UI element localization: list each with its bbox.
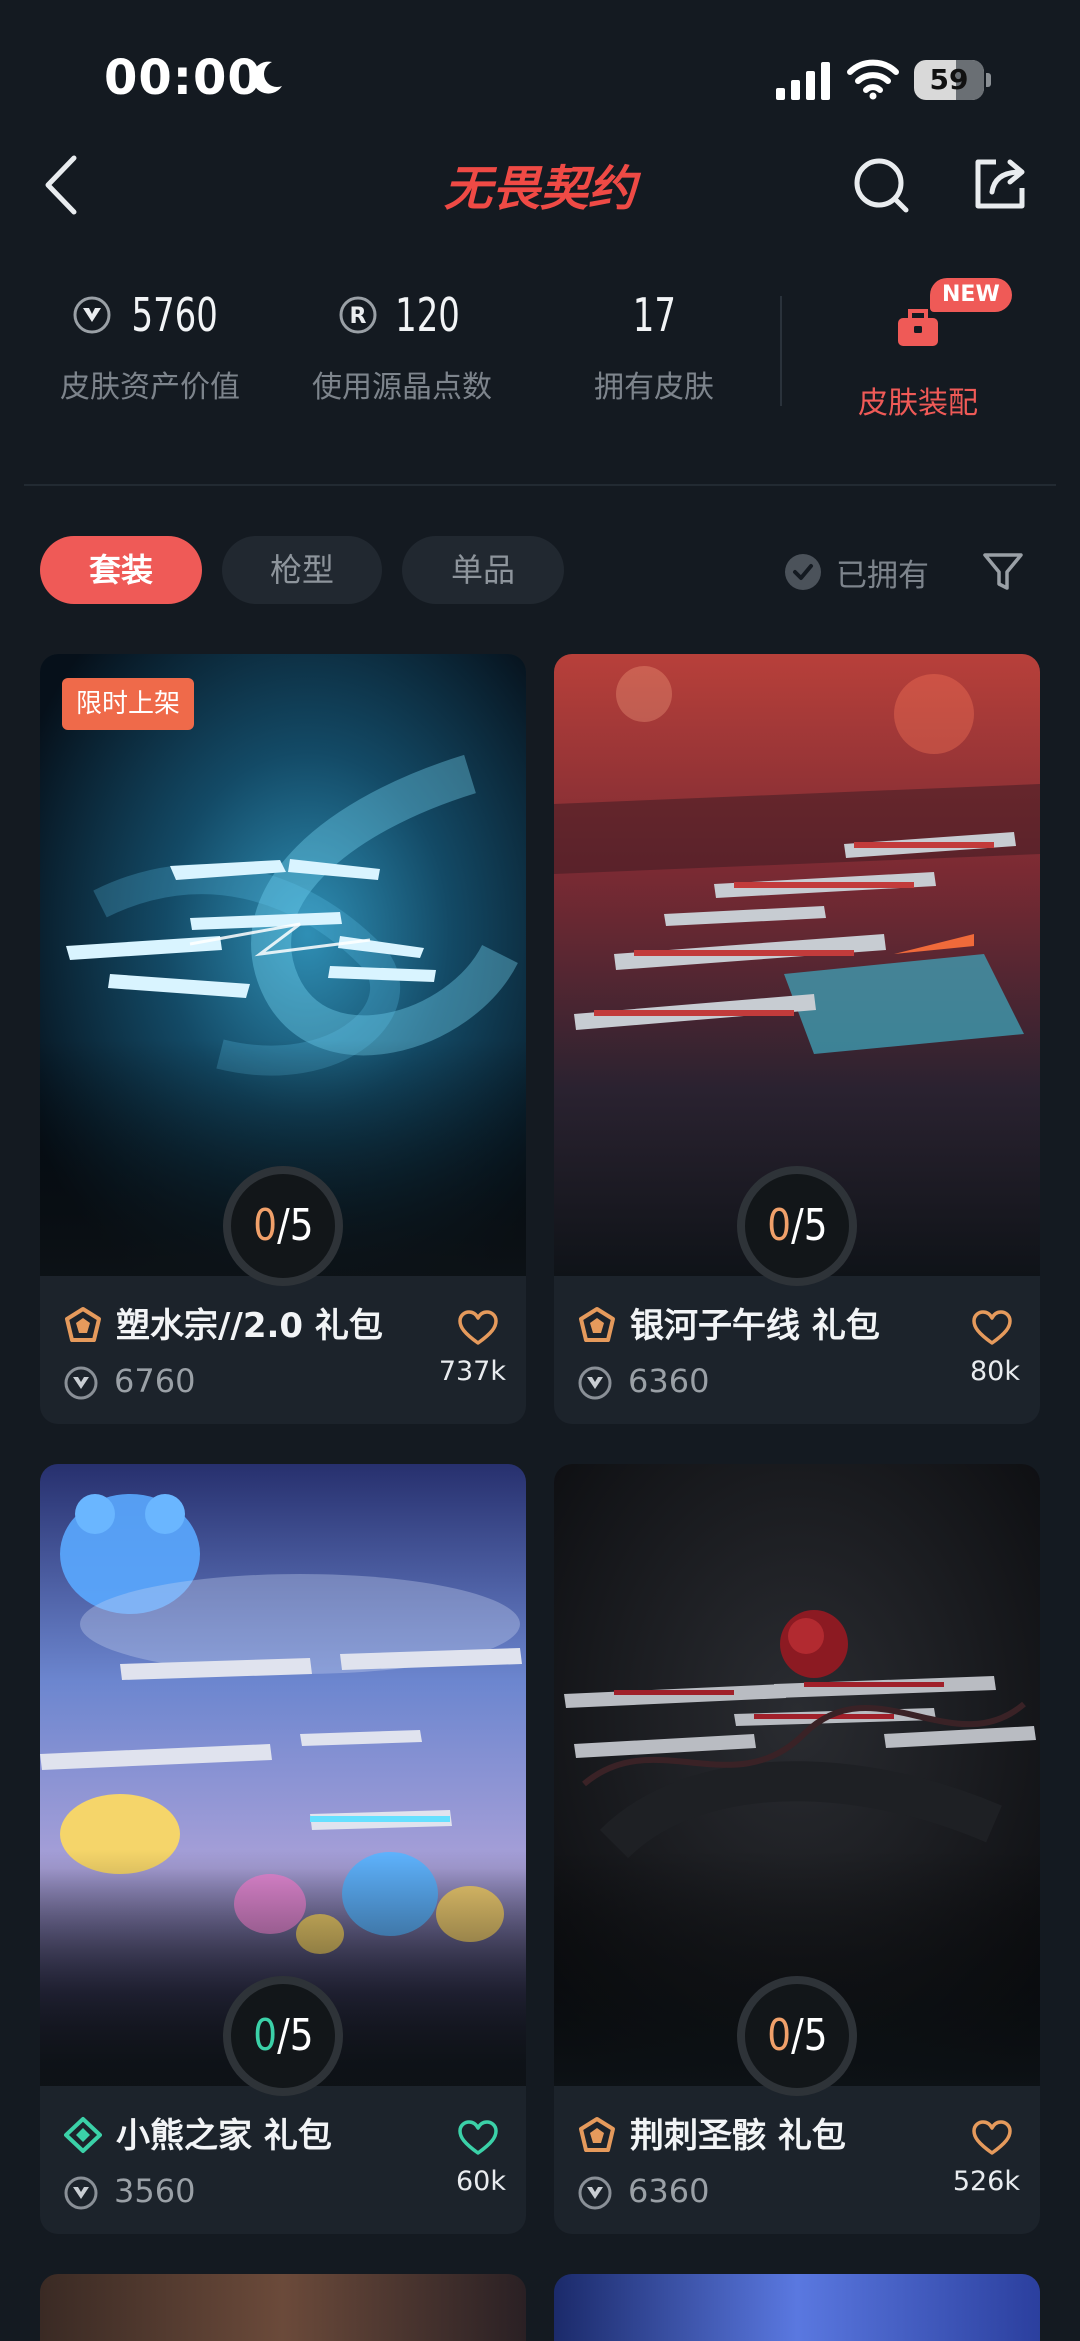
owned-label: 已拥有 [836,557,929,594]
stat-label: 使用源晶点数 [312,370,492,405]
progress-total: /5 [790,2010,828,2061]
bundle-likes: 526k [952,2166,1020,2197]
premium-tier-icon [579,2117,615,2152]
progress-owned: 0 [766,1200,791,1251]
heart-icon[interactable] [972,1310,1012,1346]
back-chevron-icon[interactable] [40,152,90,218]
stat-divider [780,296,782,406]
tab-single-items[interactable]: 单品 [402,536,564,604]
bundle-info: 银河子午线 礼包 6360 80k [554,1276,1040,1424]
app-logo: 无畏契约 [444,161,642,217]
bundle-info: 小熊之家 礼包 3560 60k [40,2086,526,2234]
section-divider [24,484,1056,486]
bundle-card[interactable]: 限时上架 0/5 塑水宗//2.0 礼包 6760 737k [40,654,526,1424]
bundle-price: 3560 [114,2172,196,2210]
stats-bar: 5760 皮肤资产价值 R 120 使用源晶点数 17 拥有皮肤 NEW 皮肤装… [0,278,1080,440]
moon-icon [252,61,282,94]
bundle-card[interactable]: 0/5 银河子午线 礼包 6360 80k [554,654,1040,1424]
vp-coin-icon [578,1366,612,1400]
progress-total: /5 [276,2010,314,2061]
collection-progress: 0/5 [737,1976,857,2096]
bundle-card-partial[interactable] [554,2274,1040,2341]
premium-tier-icon [65,1307,101,1342]
signal-icon [776,62,830,100]
progress-owned: 0 [766,2010,791,2061]
bundle-title: 塑水宗//2.0 礼包 [116,1306,383,1346]
search-icon[interactable] [850,154,912,216]
tab-weapon-type[interactable]: 枪型 [222,536,382,604]
collection-progress: 0/5 [223,1166,343,1286]
progress-total: /5 [790,1200,828,1251]
owned-filter-toggle[interactable]: 已拥有 [784,550,929,594]
battery-level: 59 [929,63,969,96]
bundle-likes: 60k [456,2166,506,2197]
bundle-card[interactable]: 0/5 小熊之家 礼包 3560 60k [40,1464,526,2234]
bundle-price: 6360 [628,2172,710,2210]
bundle-info: 荆刺圣骸 礼包 6360 526k [554,2086,1040,2234]
collection-progress: 0/5 [737,1166,857,1286]
vp-coin-icon [578,2176,612,2210]
heart-icon[interactable] [458,1310,498,1346]
filter-icon[interactable] [982,550,1024,592]
stat-owned-skins: 17 拥有皮肤 [554,280,754,440]
stat-label: 皮肤资产价值 [60,370,240,405]
skin-equip-button[interactable]: NEW 皮肤装配 [838,278,1012,440]
deluxe-tier-icon [64,2117,102,2153]
bundle-price: 6760 [114,1362,196,1400]
battery-indicator: 59 [914,60,991,100]
premium-tier-icon [579,1307,615,1342]
check-circle-icon [785,554,821,590]
bundle-card-partial[interactable] [40,2274,526,2341]
progress-owned: 0 [252,2010,277,2061]
bundle-info: 塑水宗//2.0 礼包 6760 737k [40,1276,526,1424]
radianite-icon: R [339,296,376,334]
progress-total: /5 [276,1200,314,1251]
bundle-title: 荆刺圣骸 礼包 [630,2116,846,2156]
stat-value: 5760 [131,288,219,342]
new-badge: NEW [930,278,1012,312]
bundle-likes: 80k [970,1356,1020,1387]
svg-text:R: R [349,304,366,329]
wifi-icon [847,59,899,100]
collection-progress: 0/5 [223,1976,343,2096]
bundle-card[interactable]: 0/5 荆刺圣骸 礼包 6360 526k [554,1464,1040,2234]
stat-radianite: R 120 使用源晶点数 [302,280,502,440]
stat-skin-value: 5760 皮肤资产价值 [50,280,250,440]
stat-value: 120 [394,288,460,342]
status-bar: 00:00 59 [0,0,1080,150]
vp-coin-icon [73,296,111,334]
status-time: 00:00 [104,50,262,106]
bundle-title: 小熊之家 礼包 [116,2116,332,2156]
skin-equip-label: 皮肤装配 [858,386,978,421]
bundle-likes: 737k [438,1356,506,1387]
stat-value: 17 [632,288,676,342]
progress-owned: 0 [252,1200,277,1251]
vp-coin-icon [64,2176,98,2210]
heart-icon[interactable] [972,2120,1012,2156]
limited-time-badge: 限时上架 [62,678,195,730]
share-icon[interactable] [970,154,1030,214]
heart-icon[interactable] [458,2120,498,2156]
vp-coin-icon [64,1366,98,1400]
bundle-title: 银河子午线 礼包 [630,1306,880,1346]
tab-bundles[interactable]: 套装 [40,536,202,604]
bundle-price: 6360 [628,1362,710,1400]
stat-label: 拥有皮肤 [594,370,714,405]
svg-text:无畏契约: 无畏契约 [444,161,642,217]
